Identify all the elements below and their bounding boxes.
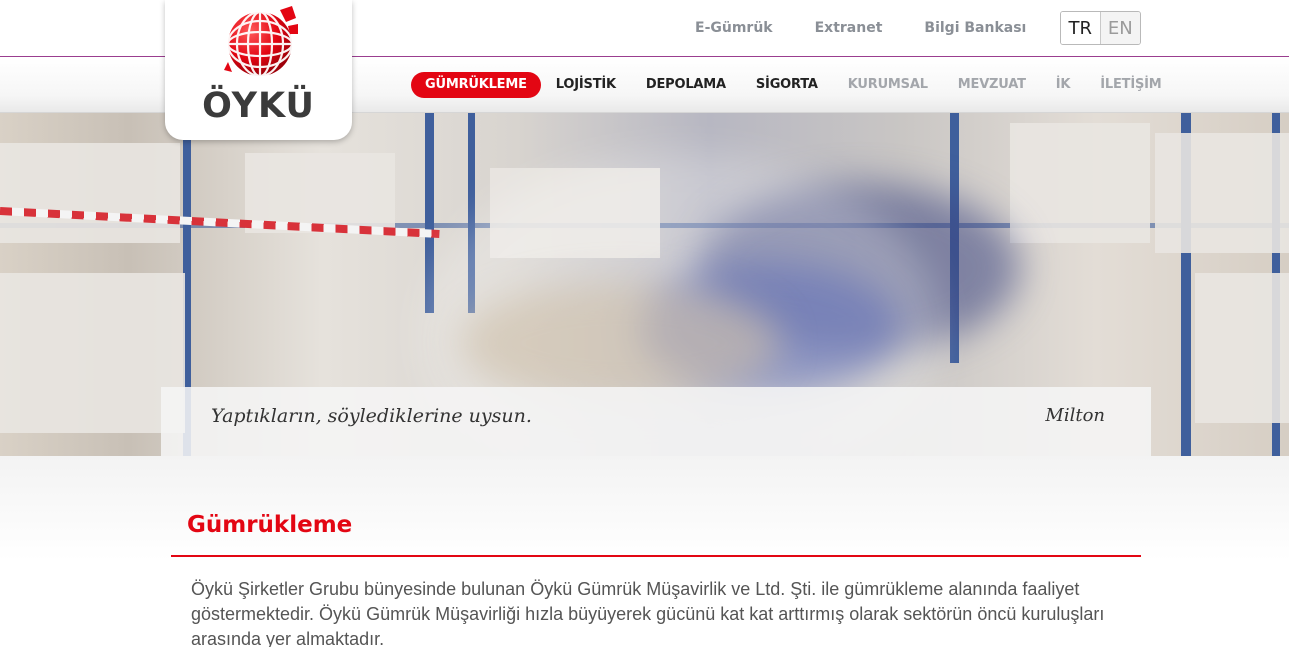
language-en-button[interactable]: EN xyxy=(1100,12,1140,44)
top-link-bilgi-bankasi[interactable]: Bilgi Bankası xyxy=(924,20,1026,40)
top-link-e-gumruk[interactable]: E-Gümrük xyxy=(695,20,773,40)
nav-item-kurumsal[interactable]: KURUMSAL xyxy=(833,72,943,98)
nav-item-lojistik[interactable]: LOJİSTİK xyxy=(541,72,631,98)
nav-item-ik[interactable]: İK xyxy=(1041,72,1086,98)
language-switcher: TR EN xyxy=(1060,11,1141,45)
nav-item-depolama[interactable]: DEPOLAMA xyxy=(631,72,741,98)
section-body-text: Öykü Şirketler Grubu bünyesinde bulunan … xyxy=(191,579,1105,647)
logo[interactable]: ÖYKÜ xyxy=(165,0,352,140)
nav-item-mevzuat[interactable]: MEVZUAT xyxy=(943,72,1041,98)
main-nav: GÜMRÜKLEME LOJİSTİK DEPOLAMA SİGORTA KUR… xyxy=(411,72,1177,98)
logo-wordmark: ÖYKÜ xyxy=(202,86,315,126)
quote-band: Yaptıkların, söylediklerine uysun. Milto… xyxy=(161,387,1151,456)
top-links: E-Gümrük Extranet Bilgi Bankası xyxy=(695,20,1026,40)
nav-item-iletisim[interactable]: İLETİŞİM xyxy=(1085,72,1176,98)
nav-item-sigorta[interactable]: SİGORTA xyxy=(741,72,833,98)
top-link-extranet[interactable]: Extranet xyxy=(815,20,883,40)
page-title: Gümrükleme xyxy=(187,512,353,538)
globe-logo-icon xyxy=(224,6,298,78)
language-tr-button[interactable]: TR xyxy=(1061,12,1101,44)
quote-text: Yaptıkların, söylediklerine uysun. xyxy=(211,405,532,427)
nav-item-gumrukleme[interactable]: GÜMRÜKLEME xyxy=(411,72,541,98)
title-divider xyxy=(171,555,1141,557)
quote-author: Milton xyxy=(1045,405,1105,426)
